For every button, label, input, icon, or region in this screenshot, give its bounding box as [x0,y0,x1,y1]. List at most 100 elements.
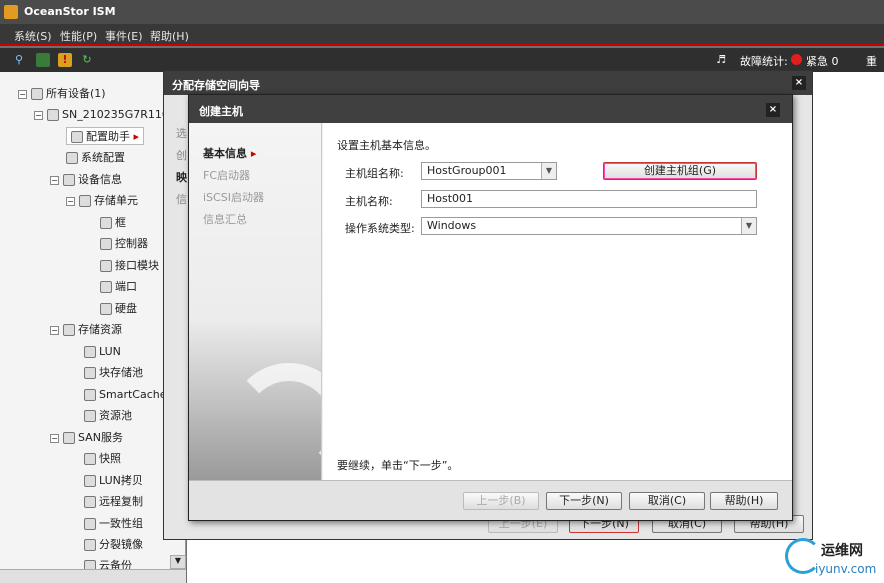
collapse-icon[interactable]: − [18,89,27,99]
tree-system-config[interactable]: 系统配置 [66,149,125,167]
tree-interface-module[interactable]: 接口模块 [100,257,159,275]
create-host-dialog: 创建主机 × 基本信息 ▸ FC启动器 iSCSI启动器 信息汇总 设置主机基本… [188,94,793,521]
watermark: 运维网 iyunv.com [785,534,884,583]
hostgroup-label: 主机组名称: [345,167,404,180]
step-basic-info: 基本信息 ▸ [203,147,257,160]
next-button[interactable]: 下一步(N) [546,492,622,510]
create-hostgroup-button[interactable]: 创建主机组(G) [603,162,757,180]
hostgroup-select[interactable]: HostGroup001 ▼ [421,162,557,180]
app-title: OceanStor ISM [24,5,116,18]
menu-bar: 系统(S) 性能(P) 事件(E) 帮助(H) [0,24,884,46]
tree-frame[interactable]: 框 [100,214,126,232]
tree-hscrollbar[interactable] [0,569,186,583]
tree-root[interactable]: − 所有设备(1) [18,85,106,103]
dialog-header: 创建主机 × [189,95,792,123]
help-button[interactable]: 帮助(H) [710,492,778,510]
dialog-title: 创建主机 [199,105,243,118]
server-icon [47,109,59,121]
tree-scroll-down[interactable]: ▼ [170,555,186,569]
config-icon [66,152,78,164]
port-icon [100,281,112,293]
menu-system[interactable]: 系统(S) [14,28,52,44]
tree-config-assistant[interactable]: 配置助手 ▸ [66,127,145,145]
tree-device[interactable]: − SN_210235G7R110 [34,106,169,124]
database-icon [63,324,75,336]
chevron-down-icon[interactable]: ▼ [541,163,556,179]
hostname-input[interactable]: Host001 [421,190,757,208]
module-icon [100,260,112,272]
refresh-icon[interactable]: ↻ [80,53,94,67]
menu-event[interactable]: 事件(E) [105,28,143,44]
dialog-footer: 上一步(B) 下一步(N) 取消(C) 帮助(H) [189,480,792,520]
os-type-label: 操作系统类型: [345,222,415,235]
tree-storage-resource[interactable]: − 存储资源 [50,321,122,339]
tree-smartcache[interactable]: SmartCache [84,386,166,404]
device-tree: − 所有设备(1) − SN_210235G7R110 配置助手 ▸ 系统配置 − 设… [0,72,186,583]
toolbar: ⚲ ! ↻ ♬ 故障统计: 紧急 0 重要 [0,48,884,84]
home-icon [31,88,43,100]
tree-port[interactable]: 端口 [100,278,137,296]
fault-stat-label: 故障统计: [740,55,788,68]
collapse-icon[interactable]: − [50,325,59,335]
cancel-button[interactable]: 取消(C) [629,492,705,510]
tree-remote-replication[interactable]: 远程复制 [84,493,143,511]
disk-icon [100,303,112,315]
chart-icon[interactable] [36,53,50,67]
tree-consistency-group[interactable]: 一致性组 [84,515,143,533]
tree-storage-unit[interactable]: − 存储单元 [66,192,138,210]
tree-device-info[interactable]: − 设备信息 [50,171,122,189]
collapse-icon[interactable]: − [34,110,43,120]
urgent-count[interactable]: 紧急 0 [806,53,839,69]
collapse-icon[interactable]: − [50,175,59,185]
step-summary: 信息汇总 [203,213,247,226]
menu-performance[interactable]: 性能(P) [60,28,97,44]
tree-controller[interactable]: 控制器 [100,235,148,253]
wizard-step-fragment: 信 [176,193,187,206]
san-icon [63,432,75,444]
wizard-close-icon[interactable]: × [792,76,806,90]
copy-icon [84,475,96,487]
wizard-step-fragment: 映 [176,171,187,184]
frame-icon [100,217,112,229]
collapse-icon[interactable]: − [50,433,59,443]
cache-icon [84,389,96,401]
section-heading: 设置主机基本信息。 [337,139,436,152]
dialog-content: 设置主机基本信息。 主机组名称: HostGroup001 ▼ 创建主机组(G)… [323,123,792,480]
tree-resource-pool[interactable]: 资源池 [84,407,132,425]
speaker-icon[interactable]: ♬ [714,53,728,67]
resource-pool-icon [84,410,96,422]
info-icon [63,174,75,186]
wizard-step-fragment: 选 [176,127,187,140]
watermark-url: iyunv.com [815,562,877,576]
tree-san-service[interactable]: − SAN服务 [50,429,123,447]
chevron-down-icon[interactable]: ▼ [741,218,756,234]
back-button[interactable]: 上一步(B) [463,492,539,510]
step-list: 基本信息 ▸ FC启动器 iSCSI启动器 信息汇总 [189,123,322,480]
os-type-select[interactable]: Windows ▼ [421,217,757,235]
wizard-header: 分配存储空间向导 × [164,71,812,95]
pool-icon [84,367,96,379]
urgent-icon [791,54,802,65]
lun-icon [84,346,96,358]
collapse-icon[interactable]: − [66,196,75,206]
tree-snapshot[interactable]: 快照 [84,450,121,468]
group-icon [84,518,96,530]
tree-block-pool[interactable]: 块存储池 [84,364,143,382]
storage-unit-icon [79,195,91,207]
alarm-icon[interactable]: ! [58,53,72,67]
wizard-icon [71,131,83,143]
search-icon[interactable]: ⚲ [12,53,26,67]
close-icon[interactable]: × [766,103,780,117]
tree-lun[interactable]: LUN [84,343,121,361]
tree-lun-copy[interactable]: LUN拷贝 [84,472,143,490]
step-fc-initiator: FC启动器 [203,169,251,182]
menu-help[interactable]: 帮助(H) [150,28,189,44]
controller-icon [100,238,112,250]
step-iscsi-initiator: iSCSI启动器 [203,191,264,204]
hostname-label: 主机名称: [345,195,393,208]
watermark-cn: 运维网 [821,543,863,559]
tree-split-mirror[interactable]: 分裂镜像 [84,536,143,554]
tree-disk[interactable]: 硬盘 [100,300,137,318]
wizard-step-fragment: 创 [176,149,187,162]
mirror-icon [84,539,96,551]
